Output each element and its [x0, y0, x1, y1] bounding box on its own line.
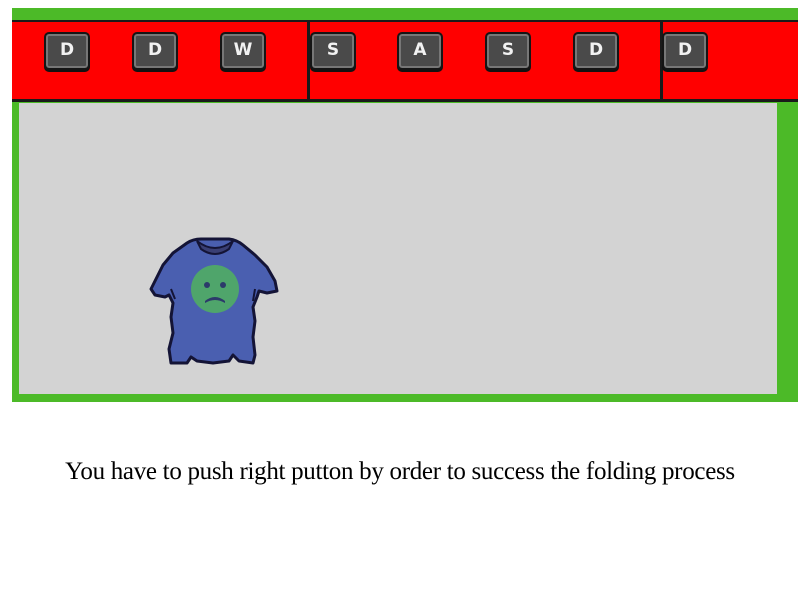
key-s-2[interactable]: S	[485, 32, 531, 70]
play-area	[19, 103, 777, 394]
key-d-4[interactable]: D	[662, 32, 708, 70]
sad-face-icon	[191, 265, 239, 313]
key-d-2[interactable]: D	[132, 32, 178, 70]
game-frame: D D W S A S D D	[12, 8, 798, 402]
key-d-3[interactable]: D	[573, 32, 619, 70]
instruction-text: You have to push right putton by order t…	[65, 458, 735, 485]
tshirt-icon	[149, 237, 279, 365]
key-a[interactable]: A	[397, 32, 443, 70]
key-s-1[interactable]: S	[310, 32, 356, 70]
key-sequence-bar: D D W S A S D D	[12, 20, 798, 102]
key-d-1[interactable]: D	[44, 32, 90, 70]
key-w[interactable]: W	[220, 32, 266, 70]
